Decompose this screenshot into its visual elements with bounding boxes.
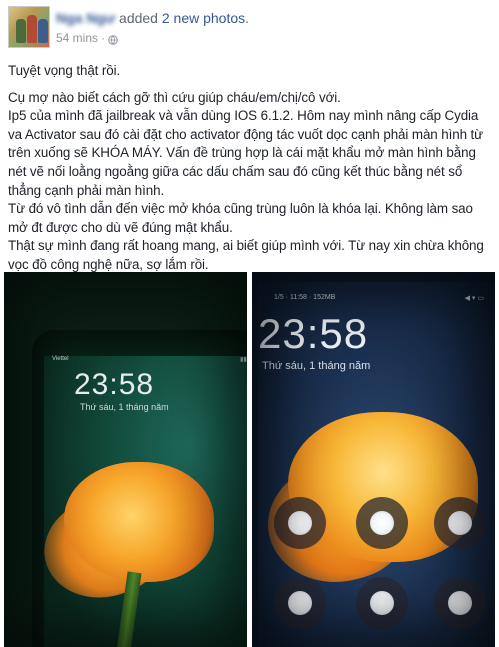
post-meta: 54 mins · [56, 30, 118, 46]
photo-vignette [4, 272, 247, 647]
post-timestamp[interactable]: 54 mins [56, 30, 98, 46]
post-body: Tuyệt vọng thật rồi. Cụ mợ nào biết cách… [8, 62, 493, 275]
photo-lockscreen-1[interactable]: Viettel ▮▮▮ 23:58 Thứ sáu, 1 tháng năm [4, 272, 247, 647]
post-paragraph: Từ đó vô tình dẫn đến việc mở khóa cũng … [8, 201, 473, 235]
post-action-end: . [245, 10, 250, 26]
avatar[interactable] [8, 6, 50, 48]
post-action-text: added [119, 10, 158, 26]
facebook-post: Nga Ngư added 2 new photos. 54 mins · Tu… [0, 0, 499, 647]
post-paragraph: Ip5 của mình đã jailbreak và vẫn dùng IO… [8, 108, 484, 198]
author-name-link[interactable]: Nga Ngư [56, 10, 115, 26]
author-line: Nga Ngư added 2 new photos. [56, 9, 249, 27]
post-paragraph: Thật sự mình đang rất hoang mang, ai biế… [8, 238, 484, 272]
avatar-figure [27, 15, 37, 43]
post-paragraph: Tuyệt vọng thật rồi. [8, 63, 121, 78]
new-photos-link[interactable]: 2 new photos [162, 10, 245, 26]
avatar-figure [16, 19, 26, 43]
meta-separator: · [101, 31, 106, 45]
post-header: Nga Ngư added 2 new photos. 54 mins · [8, 6, 493, 48]
photo-lockscreen-2[interactable]: 1/5 · 11:58 · 152MB ◀ ▾ ▭ 23:58 Thứ sáu,… [252, 272, 495, 647]
avatar-figure [38, 19, 48, 43]
post-paragraph: Cụ mợ nào biết cách gỡ thì cứu giúp cháu… [8, 89, 341, 105]
photo-vignette [252, 272, 495, 647]
globe-icon[interactable] [108, 33, 118, 45]
photo-grid: Viettel ▮▮▮ 23:58 Thứ sáu, 1 tháng năm 1… [4, 272, 495, 647]
